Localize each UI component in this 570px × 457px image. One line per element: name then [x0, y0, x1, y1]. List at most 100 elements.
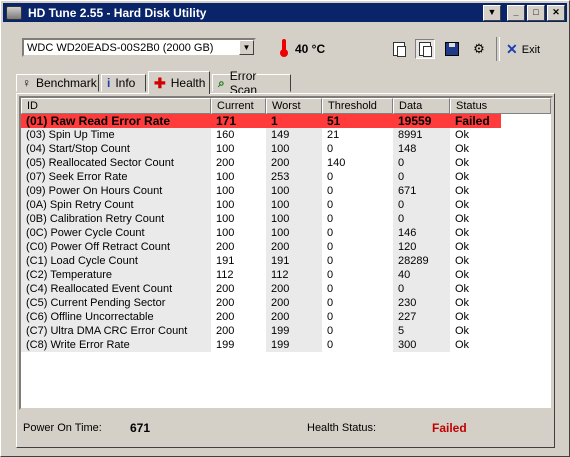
- cell-worst: 199: [271, 339, 290, 351]
- save-icon[interactable]: [442, 39, 462, 59]
- maximize-button[interactable]: □: [527, 4, 545, 21]
- table-row[interactable]: (0A) Spin Retry Count 100 100 0 0 Ok: [21, 198, 501, 212]
- tab-benchmark[interactable]: ♀ Benchmark: [16, 74, 99, 92]
- cell-id: (0A) Spin Retry Count: [26, 199, 134, 211]
- info-icon: i: [107, 76, 111, 90]
- cell-id: (03) Spin Up Time: [26, 129, 115, 141]
- cell-status: Ok: [455, 227, 470, 239]
- table-row[interactable]: (C6) Offline Uncorrectable 200 200 0 227 Ok: [21, 310, 501, 324]
- table-row[interactable]: (C8) Write Error Rate 199 199 0 300 Ok: [21, 338, 501, 352]
- cell-data: 227: [398, 311, 417, 323]
- cell-data: 0: [398, 283, 405, 295]
- table-row[interactable]: (C4) Reallocated Event Count 200 200 0 0 Ok: [21, 282, 501, 296]
- tab-info-label: Info: [115, 76, 136, 90]
- tab-health[interactable]: ✚ Health: [148, 71, 210, 94]
- cell-current: 200: [216, 325, 235, 337]
- cell-worst: 200: [271, 283, 290, 295]
- toolbar-separator: [496, 37, 500, 61]
- smart-table[interactable]: ID Current Worst Threshold Data Status (…: [19, 96, 553, 410]
- cell-current: 200: [216, 241, 235, 253]
- cell-worst: 191: [271, 255, 290, 267]
- cell-threshold: 21: [327, 129, 340, 141]
- tab-benchmark-label: Benchmark: [36, 76, 97, 90]
- cell-threshold: 0: [327, 283, 334, 295]
- cell-worst: 1: [271, 114, 278, 128]
- col-header-threshold[interactable]: Threshold: [322, 98, 393, 114]
- cell-worst: 149: [271, 129, 290, 141]
- cell-id: (C5) Current Pending Sector: [26, 297, 166, 309]
- table-row[interactable]: (C1) Load Cycle Count 191 191 0 28289 Ok: [21, 254, 501, 268]
- cell-current: 100: [216, 171, 235, 183]
- cell-data: 230: [398, 297, 417, 309]
- main-window: HD Tune 2.55 - Hard Disk Utility ▼ _ □ ✕…: [0, 0, 570, 457]
- health-icon: ✚: [154, 74, 166, 91]
- drive-select[interactable]: WDC WD20EADS-00S2B0 (2000 GB) ▼: [22, 38, 256, 57]
- cell-id: (04) Start/Stop Count: [26, 143, 130, 155]
- minimize-button[interactable]: _: [507, 4, 525, 21]
- cell-data: 40: [398, 269, 411, 281]
- table-row[interactable]: (C0) Power Off Retract Count 200 200 0 120 Ok: [21, 240, 501, 254]
- power-on-time-value: 671: [130, 421, 151, 435]
- copy-all-icon[interactable]: [415, 39, 435, 59]
- cell-threshold: 0: [327, 339, 334, 351]
- cell-worst: 253: [271, 171, 290, 183]
- cell-status: Ok: [455, 129, 470, 141]
- cell-data: 5: [398, 325, 405, 337]
- table-row[interactable]: (C7) Ultra DMA CRC Error Count 200 199 0 5 Ok: [21, 324, 501, 338]
- cell-worst: 100: [271, 227, 290, 239]
- title-bar[interactable]: HD Tune 2.55 - Hard Disk Utility ▼ _ □ ✕: [3, 3, 567, 22]
- copy-icon[interactable]: [389, 39, 409, 59]
- cell-threshold: 0: [327, 143, 334, 155]
- table-row-failed[interactable]: (01) Raw Read Error Rate 171 1 51 19559 Faile…: [21, 114, 501, 128]
- tab-info[interactable]: i Info: [101, 74, 146, 92]
- cell-current: 100: [216, 213, 235, 225]
- table-row[interactable]: (0C) Power Cycle Count 100 100 0 146 Ok: [21, 226, 501, 240]
- cell-status: Ok: [455, 339, 470, 351]
- cell-id: (C7) Ultra DMA CRC Error Count: [26, 325, 188, 337]
- col-header-id[interactable]: ID: [21, 98, 211, 114]
- cell-id: (0B) Calibration Retry Count: [26, 213, 165, 225]
- cell-current: 112: [216, 269, 234, 281]
- table-row[interactable]: (04) Start/Stop Count 100 100 0 148 Ok: [21, 142, 501, 156]
- window-title: HD Tune 2.55 - Hard Disk Utility: [28, 5, 207, 20]
- tab-health-label: Health: [170, 76, 206, 90]
- cell-status: Ok: [455, 325, 470, 337]
- chevron-down-icon[interactable]: ▼: [239, 40, 254, 55]
- cell-status: Ok: [455, 171, 470, 183]
- app-icon[interactable]: [6, 5, 22, 20]
- cell-id: (05) Reallocated Sector Count: [26, 157, 174, 169]
- table-row[interactable]: (09) Power On Hours Count 100 100 0 671 Ok: [21, 184, 501, 198]
- cell-data: 0: [398, 171, 405, 183]
- table-row[interactable]: (05) Reallocated Sector Count 200 200 140 0 O…: [21, 156, 501, 170]
- cell-data: 19559: [398, 114, 432, 128]
- cell-current: 160: [216, 129, 235, 141]
- tab-error-scan[interactable]: ⌕ Error Scan: [212, 69, 291, 97]
- close-button[interactable]: ✕: [547, 4, 565, 21]
- cell-id: (01) Raw Read Error Rate: [26, 114, 171, 128]
- scroll-down-icon[interactable]: ▼: [483, 4, 501, 21]
- col-header-worst[interactable]: Worst: [266, 98, 322, 114]
- table-row[interactable]: (03) Spin Up Time 160 149 21 8991 Ok: [21, 128, 501, 142]
- cell-worst: 100: [271, 213, 290, 225]
- cell-data: 120: [398, 241, 417, 253]
- cell-id: (C4) Reallocated Event Count: [26, 283, 173, 295]
- table-row[interactable]: (0B) Calibration Retry Count 100 100 0 0 Ok: [21, 212, 501, 226]
- cell-status: Ok: [455, 157, 470, 169]
- options-icon[interactable]: ⚙: [469, 39, 489, 59]
- table-row[interactable]: (07) Seek Error Rate 100 253 0 0 Ok: [21, 170, 501, 184]
- cell-current: 100: [216, 185, 235, 197]
- cell-threshold: 0: [327, 199, 334, 211]
- cell-data: 28289: [398, 255, 429, 267]
- cell-threshold: 0: [327, 255, 334, 267]
- cell-data: 671: [398, 185, 417, 197]
- cell-threshold: 0: [327, 311, 334, 323]
- cell-id: (C0) Power Off Retract Count: [26, 241, 171, 253]
- cell-status: Ok: [455, 269, 470, 281]
- cell-current: 199: [216, 339, 235, 351]
- table-row[interactable]: (C5) Current Pending Sector 200 200 0 230 Ok: [21, 296, 501, 310]
- col-header-status[interactable]: Status: [450, 98, 551, 114]
- table-row[interactable]: (C2) Temperature 112 112 0 40 Ok: [21, 268, 501, 282]
- exit-button[interactable]: ✕ Exit: [506, 41, 540, 58]
- col-header-data[interactable]: Data: [393, 98, 450, 114]
- col-header-current[interactable]: Current: [211, 98, 266, 114]
